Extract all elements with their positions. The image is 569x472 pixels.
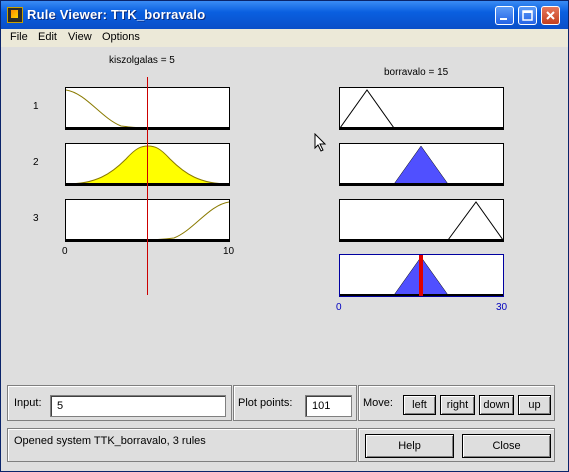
input-label: Input: xyxy=(14,397,42,409)
status-bar: Opened system TTK_borravalo, 3 rules xyxy=(7,428,357,462)
maximize-button[interactable] xyxy=(518,6,537,25)
close-button[interactable]: Close xyxy=(462,434,551,458)
move-left-button[interactable]: left xyxy=(403,395,436,415)
input-variable-title: kiszolgalas = 5 xyxy=(109,55,175,66)
menu-options[interactable]: Options xyxy=(102,31,140,43)
rule-number-1: 1 xyxy=(33,101,39,112)
move-down-button[interactable]: down xyxy=(479,395,514,415)
output-mf-triangle-3 xyxy=(340,201,503,241)
action-panel: Help Close xyxy=(358,428,555,462)
output-mf-triangle-2 xyxy=(340,145,503,185)
mouse-pointer-icon xyxy=(314,133,327,152)
rule-number-3: 3 xyxy=(33,213,39,224)
menu-view[interactable]: View xyxy=(68,31,92,43)
menu-file[interactable]: File xyxy=(10,31,28,43)
menu-edit[interactable]: Edit xyxy=(38,31,57,43)
move-up-button[interactable]: up xyxy=(518,395,551,415)
output-mf-plot-rule-3 xyxy=(339,199,504,242)
aggregated-output-shape xyxy=(340,255,503,296)
rule-number-2: 2 xyxy=(33,157,39,168)
input-panel: Input: 5 xyxy=(7,385,232,421)
minimize-button[interactable] xyxy=(495,6,514,25)
title-bar[interactable]: Rule Viewer: TTK_borravalo xyxy=(1,1,568,29)
input-index-line[interactable] xyxy=(147,77,148,295)
menu-bar: File Edit View Options xyxy=(1,29,568,47)
minimize-icon xyxy=(500,18,507,20)
output-mf-triangle-1 xyxy=(340,89,503,129)
move-right-button[interactable]: right xyxy=(440,395,475,415)
plot-points-label: Plot points: xyxy=(238,397,293,409)
matlab-icon xyxy=(7,7,23,23)
output-mf-plot-rule-2 xyxy=(339,143,504,186)
plot-points-field[interactable]: 101 xyxy=(305,395,352,417)
close-window-button[interactable] xyxy=(541,6,560,25)
output-axis-max: 30 xyxy=(496,302,508,313)
help-button[interactable]: Help xyxy=(365,434,454,458)
move-panel: Move: left right down up xyxy=(358,385,555,421)
close-icon xyxy=(546,11,555,20)
window-title: Rule Viewer: TTK_borravalo xyxy=(27,7,206,22)
plot-points-panel: Plot points: 101 xyxy=(233,385,357,421)
rule-viewer-window: Rule Viewer: TTK_borravalo File Edit Vie… xyxy=(0,0,569,472)
rule-plot-area: kiszolgalas = 5 borravalo = 15 1 2 3 0 1… xyxy=(1,47,568,382)
input-field[interactable]: 5 xyxy=(50,395,226,417)
aggregated-output-plot xyxy=(339,254,504,297)
input-axis-min: 0 xyxy=(62,246,68,257)
output-mf-plot-rule-1 xyxy=(339,87,504,130)
input-axis-max: 10 xyxy=(223,246,235,257)
maximize-icon xyxy=(522,10,533,21)
move-label: Move: xyxy=(363,397,393,409)
output-variable-title: borravalo = 15 xyxy=(384,67,449,78)
output-axis-min: 0 xyxy=(336,302,342,313)
